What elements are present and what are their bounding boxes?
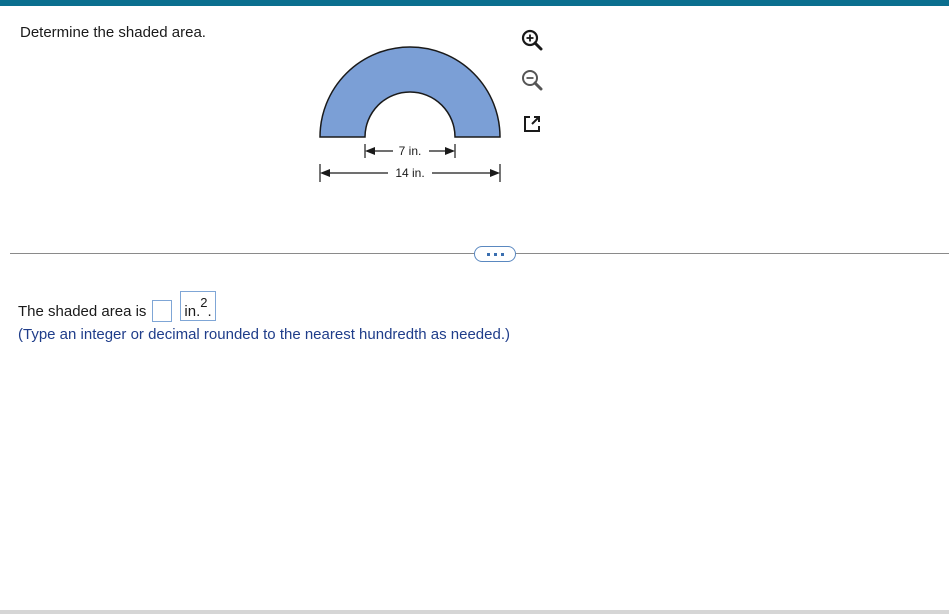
unit-suffix: . [207,303,212,320]
semicircle-figure: 7 in. 14 in. [305,40,520,190]
expand-more-button[interactable] [474,246,516,262]
zoom-in-icon [521,29,543,51]
answer-line: The shaded area is in. 2. [18,291,216,322]
shaded-region [319,46,501,138]
bottom-bar [0,610,949,614]
answer-input[interactable] [152,300,173,322]
dot-icon [500,252,504,256]
zoom-out-icon [522,70,543,91]
unit-box: in. 2. [180,291,216,321]
top-accent-bar [0,0,949,6]
dot-icon [493,252,497,256]
unit-label: in. [184,303,201,320]
answer-prefix: The shaded area is [18,302,147,320]
zoom-out-button[interactable] [520,68,544,92]
dot-icon [486,252,490,256]
zoom-in-button[interactable] [520,28,544,52]
popout-button[interactable] [520,112,544,136]
answer-hint: (Type an integer or decimal rounded to t… [18,326,510,343]
inner-dimension-label: 7 in. [399,144,422,158]
outer-dimension-label: 14 in. [395,166,424,180]
question-prompt: Determine the shaded area. [20,24,206,41]
popout-icon [524,116,540,132]
unit-exponent: 2 [200,295,208,310]
